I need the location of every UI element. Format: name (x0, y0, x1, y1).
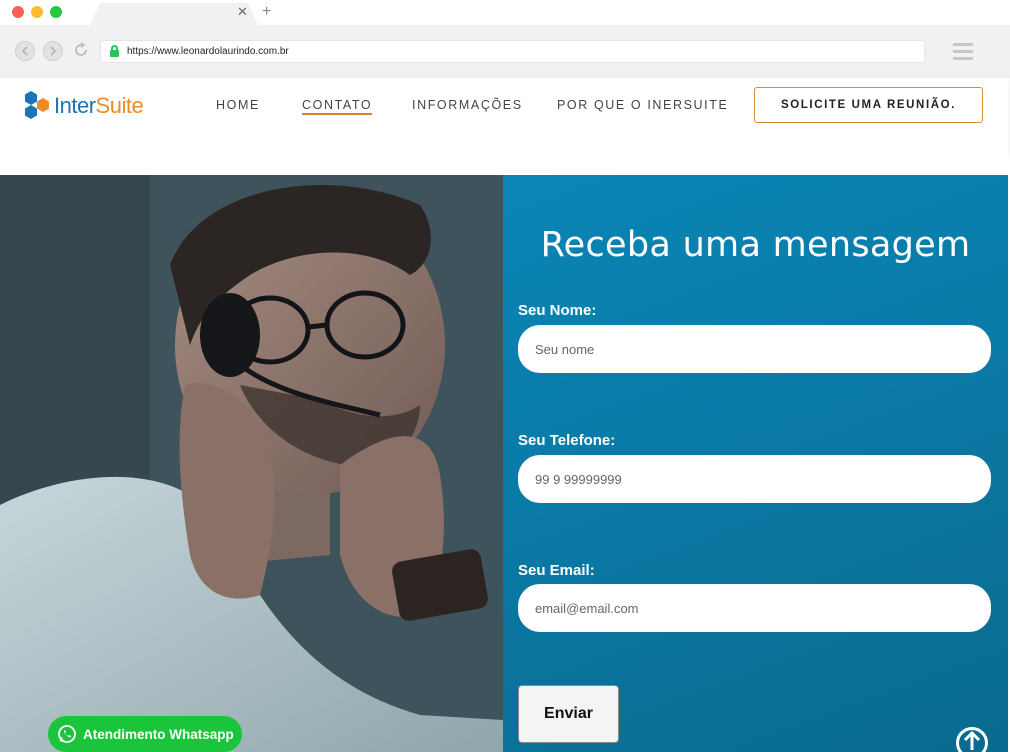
nav-contato[interactable]: CONTATO (302, 98, 373, 115)
browser-toolbar: https://www.leonardolaurindo.com.br (0, 25, 1010, 78)
arrow-up-icon (963, 730, 981, 750)
request-meeting-button[interactable]: SOLICITE UMA REUNIÃO. (754, 87, 983, 123)
form-title: Receba uma mensagem (540, 225, 971, 265)
name-input[interactable] (518, 325, 991, 373)
back-icon[interactable] (15, 41, 35, 61)
whatsapp-label: Atendimento Whatsapp (83, 726, 234, 742)
site-header: InterSuite HOME CONTATO INFORMAÇÕES POR … (0, 78, 1008, 156)
forward-icon[interactable] (43, 41, 63, 61)
minimize-window-button[interactable] (31, 6, 43, 18)
address-bar[interactable]: https://www.leonardolaurindo.com.br (100, 40, 925, 63)
phone-label: Seu Telefone: (518, 432, 616, 449)
email-input[interactable] (518, 584, 991, 632)
contact-form: Receba uma mensagem Seu Nome: Seu Telefo… (503, 175, 1008, 752)
reload-icon[interactable] (73, 42, 91, 60)
close-window-button[interactable] (12, 6, 24, 18)
maximize-window-button[interactable] (50, 6, 62, 18)
nav-informacoes[interactable]: INFORMAÇÕES (412, 98, 523, 112)
hexagon-logo-icon (25, 91, 49, 119)
name-label: Seu Nome: (518, 302, 597, 319)
nav-por-que[interactable]: POR QUE O INERSUITE (557, 98, 728, 112)
new-tab-icon[interactable]: + (262, 3, 271, 21)
browser-tab[interactable] (90, 3, 258, 25)
logo[interactable]: InterSuite (22, 89, 152, 121)
url-text: https://www.leonardolaurindo.com.br (127, 46, 289, 57)
browser-menu-icon[interactable] (953, 43, 973, 64)
whatsapp-button[interactable]: Atendimento Whatsapp (48, 716, 242, 752)
lock-icon (110, 45, 119, 57)
window-controls (12, 6, 62, 18)
tab-close-icon[interactable]: ✕ (237, 5, 248, 19)
browser-tabstrip: ✕ + (0, 0, 1010, 25)
email-label: Seu Email: (518, 562, 595, 579)
whatsapp-icon (58, 725, 76, 743)
header-spacer (0, 156, 1008, 175)
logo-wordmark: InterSuite (54, 93, 144, 118)
hero-photo (0, 175, 503, 752)
nav-home[interactable]: HOME (216, 98, 260, 112)
submit-button[interactable]: Enviar (518, 685, 619, 743)
phone-input[interactable] (518, 455, 991, 503)
scroll-top-button[interactable] (956, 727, 988, 752)
